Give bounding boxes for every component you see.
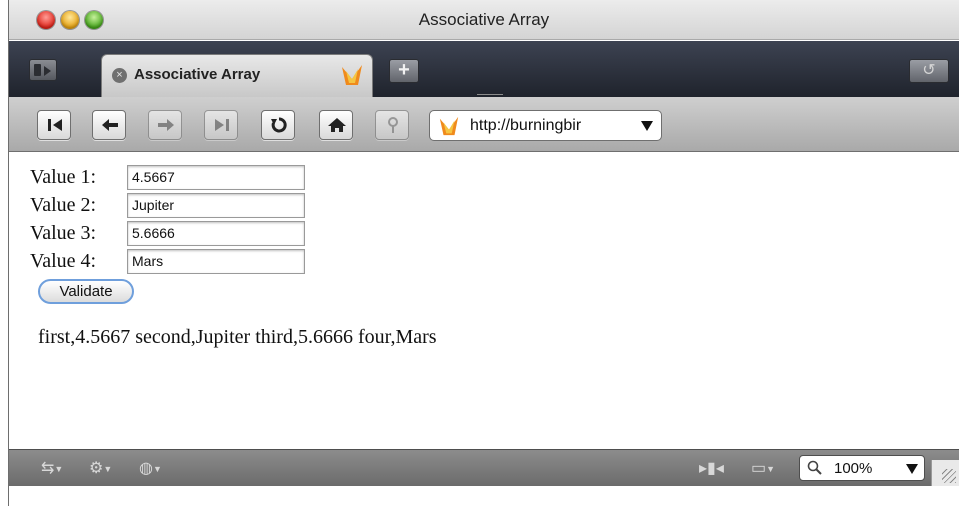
last-page-icon[interactable] bbox=[204, 110, 238, 140]
reload-icon[interactable] bbox=[261, 110, 295, 140]
address-url: http://burningbir bbox=[470, 117, 582, 134]
new-tab-button[interactable]: + bbox=[389, 59, 419, 83]
zoom-control[interactable]: 100% bbox=[799, 455, 925, 481]
firefox-favicon-icon bbox=[342, 65, 362, 85]
value-1-row: Value 1: bbox=[30, 163, 305, 191]
search-icon bbox=[807, 460, 822, 475]
tab-close-icon[interactable]: × bbox=[112, 68, 127, 83]
value-4-label: Value 4: bbox=[30, 249, 97, 272]
tools-icon[interactable]: ⚙▼ bbox=[89, 458, 112, 478]
home-icon[interactable] bbox=[319, 110, 353, 140]
value-4-input[interactable] bbox=[127, 248, 305, 274]
reopen-tab-icon[interactable]: ↺ bbox=[909, 59, 949, 83]
output-text: first,4.5667 second,Jupiter third,5.6666… bbox=[38, 326, 437, 348]
navigation-toolbar: http://burningbir bbox=[9, 97, 959, 152]
page-content: Value 1: Value 2: Value 3: Value 4: Vali… bbox=[9, 153, 959, 449]
value-2-row: Value 2: bbox=[30, 191, 305, 219]
back-icon[interactable] bbox=[92, 110, 126, 140]
resize-grip-icon[interactable] bbox=[931, 460, 959, 486]
title-bar: Associative Array bbox=[9, 0, 959, 40]
value-3-label: Value 3: bbox=[30, 221, 97, 244]
validate-button[interactable]: Validate bbox=[38, 279, 134, 304]
tab-associative-array[interactable]: × Associative Array bbox=[101, 54, 373, 97]
zoom-value: 100% bbox=[834, 460, 873, 477]
status-bar: ⇆▼ ⚙▼ ◍▼ ▸▮◂ ▭▼ 100% bbox=[9, 449, 959, 486]
first-page-icon[interactable] bbox=[37, 110, 71, 140]
browser-window: Associative Array × Associative Array + … bbox=[8, 0, 959, 506]
value-1-input[interactable] bbox=[127, 164, 305, 190]
globe-icon[interactable]: ◍▼ bbox=[139, 458, 162, 478]
value-2-input[interactable] bbox=[127, 192, 305, 218]
sidebar-toggle-icon[interactable] bbox=[29, 59, 57, 81]
value-2-label: Value 2: bbox=[30, 193, 97, 216]
chevron-down-icon[interactable] bbox=[641, 121, 653, 131]
value-3-input[interactable] bbox=[127, 220, 305, 246]
image-icon[interactable]: ▭▼ bbox=[751, 458, 775, 478]
tab-bar: × Associative Array + ↺ bbox=[9, 41, 959, 98]
sync-icon[interactable]: ⇆▼ bbox=[41, 458, 63, 478]
download-icon[interactable]: ▸▮◂ bbox=[699, 458, 724, 478]
bookmark-icon[interactable] bbox=[375, 110, 409, 140]
firefox-favicon-icon bbox=[439, 116, 459, 136]
value-1-label: Value 1: bbox=[30, 165, 97, 188]
address-bar[interactable]: http://burningbir bbox=[429, 110, 662, 141]
window-title: Associative Array bbox=[418, 10, 550, 29]
tab-label: Associative Array bbox=[134, 66, 261, 83]
value-4-row: Value 4: bbox=[30, 247, 305, 275]
value-3-row: Value 3: bbox=[30, 219, 305, 247]
forward-icon[interactable] bbox=[148, 110, 182, 140]
chevron-down-icon[interactable] bbox=[906, 464, 918, 474]
